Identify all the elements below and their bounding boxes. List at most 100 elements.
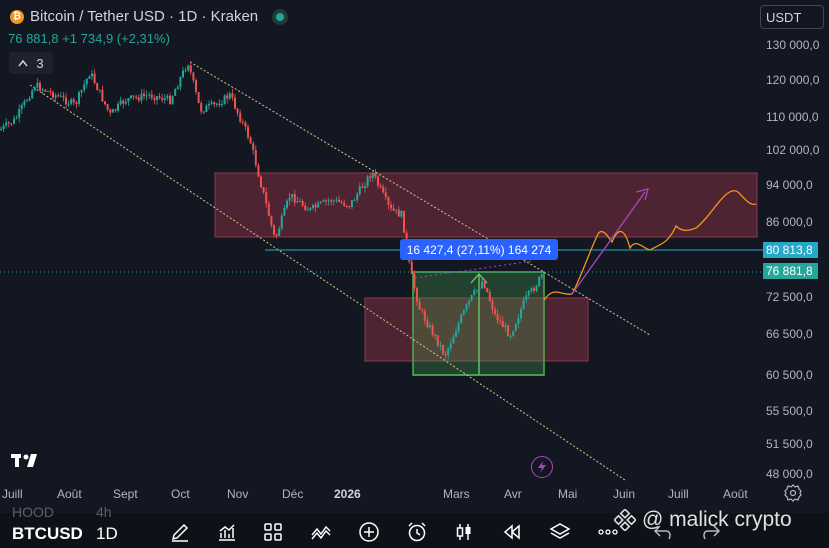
alarm-icon[interactable] (406, 521, 428, 543)
candle-body (312, 204, 314, 208)
candle-body (535, 286, 538, 291)
candle-body (15, 117, 18, 119)
price-chart[interactable] (0, 0, 829, 548)
candle-body (418, 301, 421, 310)
chevron-up-icon (18, 59, 28, 67)
candle-body (423, 311, 426, 321)
candle-body (343, 202, 346, 206)
candle-body (364, 186, 366, 189)
candle-body (10, 123, 13, 125)
candle-body (356, 194, 359, 200)
candle-body (390, 204, 392, 209)
candle-body (517, 318, 520, 324)
time-axis-label: Juin (613, 487, 636, 501)
candle-body (23, 101, 26, 106)
candle-body (504, 325, 507, 328)
candle-body (132, 95, 135, 97)
candle-body (72, 99, 75, 103)
candle-body (98, 89, 101, 91)
candle-body (135, 96, 138, 98)
replay-icon[interactable] (501, 521, 523, 543)
time-axis-label: Août (723, 487, 748, 501)
price-axis-label: 72 500,0 (766, 290, 813, 304)
candle-body (314, 204, 317, 208)
candle-body (426, 320, 429, 328)
candle-body (247, 126, 249, 138)
candle-body (452, 336, 455, 344)
candle-body (309, 207, 312, 210)
gear-icon[interactable] (784, 484, 802, 502)
candle-body (444, 353, 447, 356)
candle-body (322, 200, 325, 202)
candle-body (150, 94, 153, 98)
patterns-icon[interactable] (310, 521, 332, 543)
time-axis-label: Nov (227, 487, 249, 501)
candle-body (39, 82, 41, 91)
candle-body (65, 97, 67, 105)
add-icon[interactable] (358, 521, 380, 543)
candle-body (275, 234, 278, 236)
candle-body (114, 109, 117, 111)
candle-body (379, 185, 382, 187)
candle-body (143, 93, 145, 97)
candle-body (413, 273, 416, 289)
time-axis-label: Juill (668, 487, 689, 501)
candle-body (496, 313, 499, 321)
candle-body (85, 78, 88, 85)
candle-body (514, 323, 517, 331)
candle-body (335, 199, 338, 201)
time-axis-label: Avr (504, 487, 522, 501)
ghost-interval: 4h (96, 504, 112, 520)
candle-body (166, 95, 169, 99)
candle-body (169, 95, 171, 104)
candle-body (410, 261, 413, 274)
candles-icon[interactable] (453, 521, 475, 543)
candle-body (179, 77, 182, 88)
symbol-header[interactable]: ₿ Bitcoin / Tether USD · 1D · Kraken (10, 8, 289, 25)
layout-grid-icon[interactable] (262, 521, 284, 543)
candle-body (236, 108, 239, 113)
candle-body (483, 281, 486, 288)
price-summary: 76 881,8 +1 734,9 (+2,31%) (8, 31, 170, 46)
symbol-button[interactable]: BTCUSD (12, 524, 83, 544)
candle-body (218, 103, 221, 106)
candle-body (46, 91, 49, 93)
price-axis-label: 48 000,0 (766, 467, 813, 481)
candle-body (127, 98, 130, 102)
measure-label[interactable]: 16 427,4 (27,11%) 164 274 (400, 239, 558, 260)
candle-body (457, 323, 460, 332)
candle-body (5, 122, 8, 126)
candle-body (7, 122, 10, 124)
candle-body (533, 288, 535, 291)
candle-body (96, 83, 99, 91)
candle-body (254, 149, 257, 166)
lightning-icon[interactable] (531, 456, 553, 478)
candle-body (478, 288, 481, 290)
candle-body (158, 96, 161, 98)
candle-body (327, 200, 330, 202)
candle-body (421, 309, 424, 311)
candle-body (156, 96, 158, 101)
candle-body (205, 105, 208, 112)
interval-button[interactable]: 1D (96, 524, 118, 544)
candle-body (244, 122, 247, 127)
candle-body (75, 102, 78, 104)
candle-body (202, 111, 205, 113)
candle-body (189, 65, 192, 73)
candle-body (442, 345, 444, 354)
collapse-indicators-button[interactable]: 3 (9, 52, 53, 74)
layers-icon[interactable] (549, 521, 571, 543)
candle-body (353, 199, 356, 201)
candle-body (361, 186, 364, 189)
currency-selector[interactable]: USDT (760, 5, 824, 29)
indicators-icon[interactable] (216, 521, 238, 543)
candle-body (161, 97, 164, 101)
candle-body (374, 173, 377, 177)
pencil-icon[interactable] (169, 521, 191, 543)
symbol-title[interactable]: Bitcoin / Tether USD · 1D · Kraken (30, 8, 258, 25)
candle-body (145, 95, 148, 97)
price-axis-label: 120 000,0 (766, 73, 820, 87)
candle-body (475, 289, 478, 291)
candle-body (239, 112, 242, 122)
candle-body (332, 200, 335, 202)
